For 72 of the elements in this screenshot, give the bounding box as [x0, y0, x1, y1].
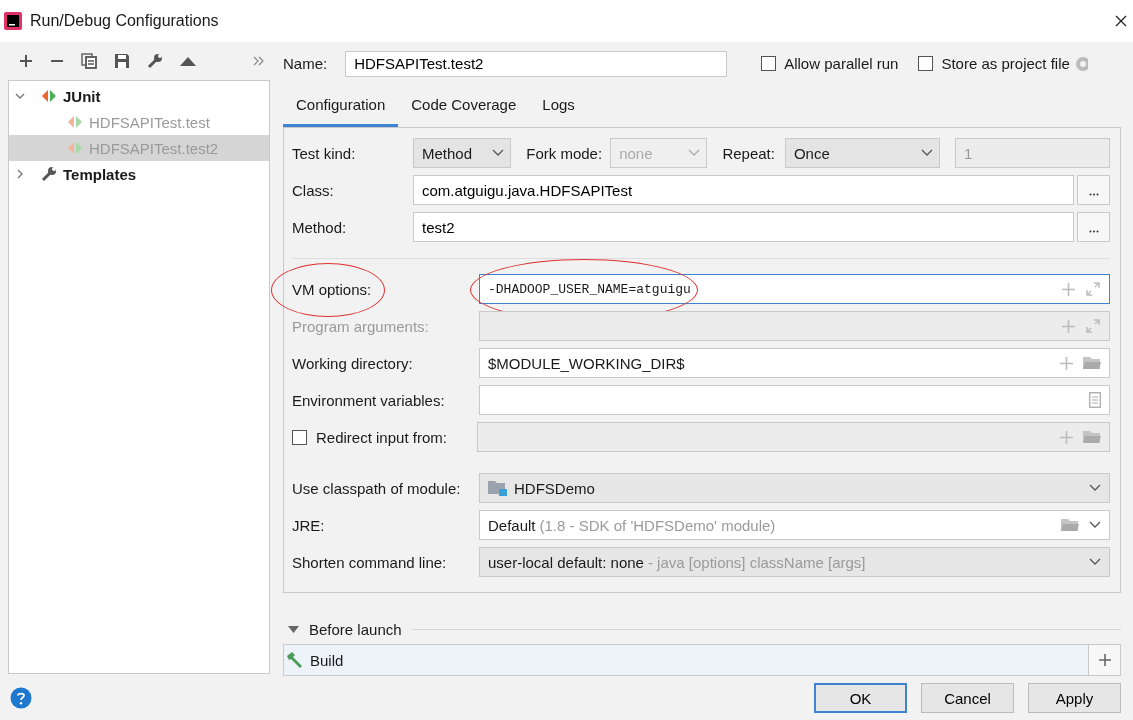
collapse-icon[interactable] — [288, 625, 299, 634]
caret-icon — [492, 149, 505, 158]
junit-icon — [67, 141, 83, 155]
field-label: Working directory: — [292, 354, 414, 372]
folder-icon[interactable] — [1083, 356, 1101, 371]
chevron-icon[interactable] — [15, 91, 25, 101]
caret-icon — [688, 149, 701, 158]
field-label: Shorten command line: — [292, 553, 448, 571]
folder-icon[interactable] — [1061, 518, 1079, 533]
module-folder-icon — [488, 480, 508, 497]
copy-icon[interactable] — [81, 53, 97, 69]
caret-icon[interactable] — [1089, 558, 1101, 567]
section-title[interactable]: Before launch — [309, 621, 402, 639]
field-label: Use classpath of module: — [292, 479, 462, 497]
help-icon[interactable] — [10, 687, 32, 709]
save-icon[interactable] — [114, 53, 130, 69]
dialog-button[interactable]: Apply — [1028, 683, 1121, 713]
chevron-icon[interactable] — [15, 169, 25, 179]
wrench-icon[interactable] — [147, 53, 163, 69]
field-label: Method: — [292, 218, 348, 236]
caret-icon[interactable] — [1089, 484, 1101, 493]
field-label: Class: — [292, 181, 335, 199]
field-label: Environment variables: — [292, 391, 446, 409]
task-item[interactable]: Build — [310, 651, 344, 669]
window-title: Run/Debug Configurations — [30, 12, 219, 30]
checkbox-label: Allow parallel run — [784, 55, 899, 73]
ellipsis-icon — [1088, 193, 1099, 197]
add-icon[interactable] — [19, 54, 33, 68]
field-label: Program arguments: — [292, 317, 430, 335]
field-label: Test kind: — [292, 144, 357, 162]
test-kind-dropdown[interactable]: Method — [413, 138, 512, 169]
tab[interactable]: Code Coverage — [398, 85, 530, 127]
dialog-button[interactable]: OK — [814, 683, 907, 713]
field-label: Repeat: — [722, 144, 775, 162]
caret-icon[interactable] — [1089, 521, 1101, 530]
junit-icon — [67, 115, 83, 129]
input-field[interactable]: $MODULE_WORKING_DIR$ — [479, 348, 1110, 379]
repeat-dropdown[interactable]: Once — [784, 138, 940, 169]
checkbox-label: Redirect input from: — [316, 428, 448, 446]
tab[interactable]: Configuration — [283, 85, 399, 127]
checkbox[interactable] — [761, 56, 777, 72]
move-up-icon[interactable] — [180, 56, 196, 66]
dropdown[interactable]: HDFSDemo — [479, 473, 1110, 504]
add-task-button[interactable] — [1088, 645, 1120, 675]
name-field[interactable]: HDFSAPITest.test2 — [345, 50, 728, 77]
dropdown[interactable]: Default (1.8 - SDK of 'HDFSDemo' module) — [479, 510, 1110, 541]
field-label: VM options: — [292, 280, 373, 298]
dropdown[interactable]: user-local default: none - java [options] className [args] — [479, 547, 1110, 578]
text-field[interactable]: com.atguigu.java.HDFSAPITest — [413, 175, 1074, 206]
expand-icon[interactable] — [1085, 281, 1101, 298]
add-icon — [1098, 654, 1111, 667]
more-icon[interactable] — [253, 56, 265, 66]
close-icon[interactable] — [1115, 15, 1127, 27]
caret-icon — [921, 149, 933, 158]
name-label: Name: — [283, 55, 328, 73]
field-label: Fork mode: — [526, 144, 603, 162]
checkbox[interactable] — [918, 56, 934, 72]
hammer-icon — [286, 652, 304, 669]
input-field[interactable] — [479, 385, 1110, 416]
document-icon[interactable] — [1089, 392, 1101, 409]
checkbox-label: Store as project file — [941, 55, 1070, 73]
junit-icon — [41, 89, 57, 103]
input-field[interactable]: -DHADOOP_USER_NAME=atguigu — [479, 274, 1110, 305]
text-field[interactable]: test2 — [413, 212, 1074, 243]
dialog-button[interactable]: Cancel — [921, 683, 1014, 713]
app-logo-icon — [4, 12, 22, 30]
ellipsis-icon — [1088, 230, 1099, 234]
wrench-icon — [41, 166, 57, 182]
tree-item[interactable]: JUnit — [63, 87, 101, 105]
tab[interactable]: Logs — [529, 85, 588, 127]
field-label: JRE: — [292, 516, 326, 534]
tree-item[interactable]: Templates — [63, 165, 137, 183]
